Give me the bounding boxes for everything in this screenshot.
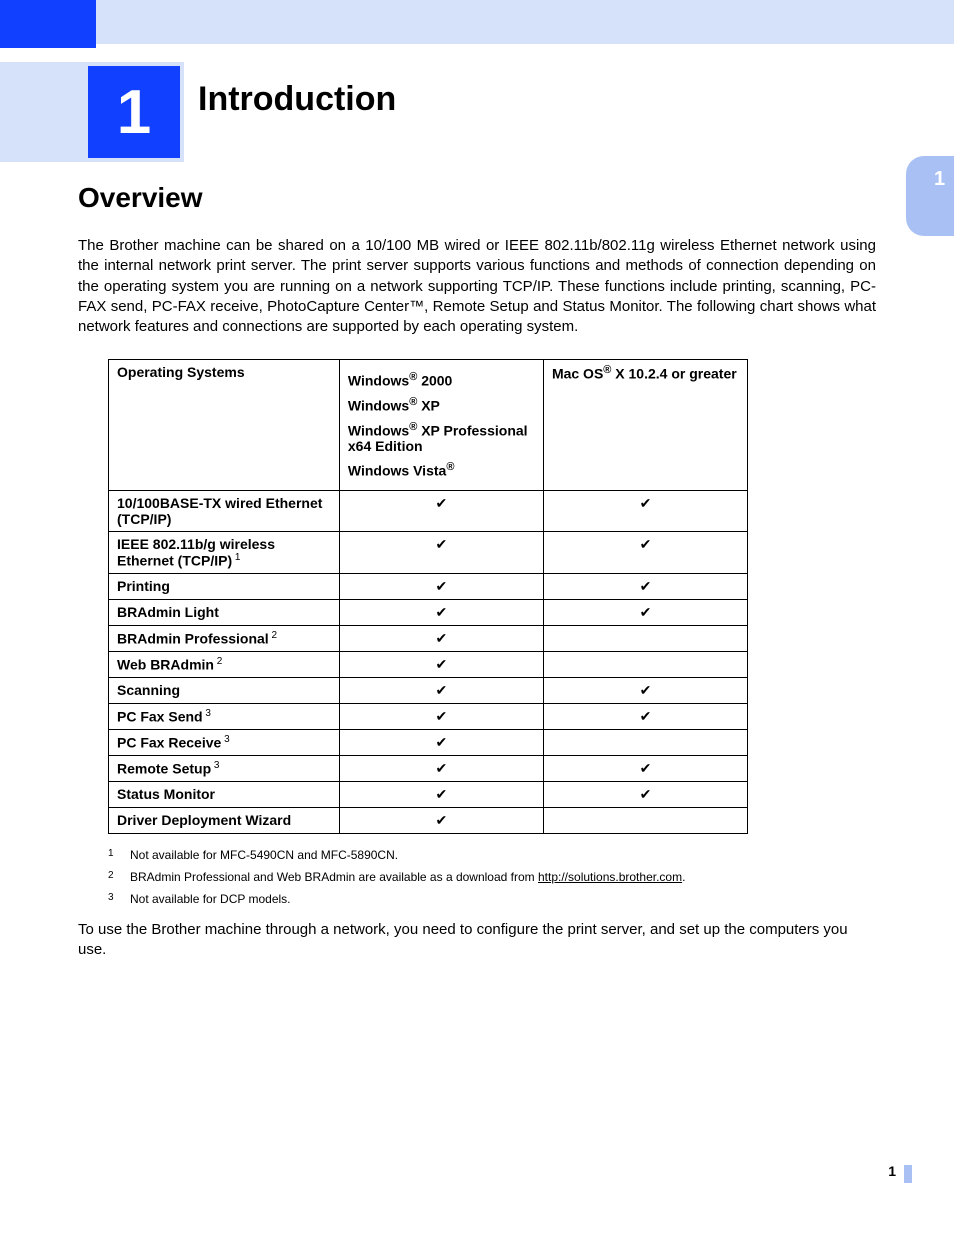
page-mark [904, 1165, 912, 1183]
check-icon: ✔ [543, 677, 747, 703]
table-row: Web BRAdmin 2✔ [109, 651, 748, 677]
footnote-number: 1 [108, 848, 130, 862]
os-list-item: Windows® XP Professional x64 Edition [348, 421, 535, 455]
table-row: BRAdmin Professional 2✔ [109, 625, 748, 651]
check-icon: ✔ [339, 703, 543, 729]
page-content: Overview The Brother machine can be shar… [78, 182, 876, 960]
feature-label-cell: Printing [109, 573, 340, 599]
feature-label-cell: BRAdmin Light [109, 599, 340, 625]
footnote-number: 2 [108, 870, 130, 884]
header-operating-systems: Operating Systems [109, 360, 340, 491]
feature-table: Operating Systems Windows® 2000Windows® … [108, 359, 748, 833]
check-icon: ✔ [339, 490, 543, 531]
footnote-ref: 2 [214, 656, 222, 667]
check-icon: ✔ [543, 573, 747, 599]
footnote-ref: 3 [211, 760, 219, 771]
footnotes: 1Not available for MFC-5490CN and MFC-58… [108, 848, 876, 906]
feature-label-cell: PC Fax Receive 3 [109, 729, 340, 755]
closing-paragraph: To use the Brother machine through a net… [78, 920, 876, 961]
table-row: IEEE 802.11b/g wireless Ethernet (TCP/IP… [109, 531, 748, 573]
footnote: 1Not available for MFC-5490CN and MFC-58… [108, 848, 876, 862]
header-mac: Mac OS® X 10.2.4 or greater [543, 360, 747, 491]
check-icon [543, 625, 747, 651]
feature-label-cell: IEEE 802.11b/g wireless Ethernet (TCP/IP… [109, 531, 340, 573]
chapter-title: Introduction [198, 80, 396, 119]
check-icon: ✔ [543, 531, 747, 573]
footnote-link[interactable]: http://solutions.brother.com [538, 870, 682, 884]
page-number: 1 [888, 1163, 896, 1179]
check-icon: ✔ [339, 651, 543, 677]
check-icon: ✔ [339, 781, 543, 807]
os-list-item: Windows Vista® [348, 461, 535, 479]
chapter-block: 1 [0, 62, 184, 162]
check-icon: ✔ [543, 599, 747, 625]
feature-label-cell: Remote Setup 3 [109, 755, 340, 781]
footnote: 3Not available for DCP models. [108, 892, 876, 906]
footnote-ref: 2 [269, 630, 277, 641]
feature-label-cell: Scanning [109, 677, 340, 703]
footnote-text: Not available for DCP models. [130, 892, 291, 906]
side-tab: 1 [906, 156, 954, 236]
table-row: BRAdmin Light✔✔ [109, 599, 748, 625]
table-header-row: Operating Systems Windows® 2000Windows® … [109, 360, 748, 491]
top-banner [0, 0, 954, 44]
check-icon: ✔ [339, 531, 543, 573]
table-row: 10/100BASE-TX wired Ethernet (TCP/IP)✔✔ [109, 490, 748, 531]
footnote-ref: 3 [221, 734, 229, 745]
check-icon: ✔ [543, 703, 747, 729]
table-row: PC Fax Receive 3✔ [109, 729, 748, 755]
table-row: Scanning✔✔ [109, 677, 748, 703]
check-icon: ✔ [339, 599, 543, 625]
footnote-number: 3 [108, 892, 130, 906]
feature-label-cell: PC Fax Send 3 [109, 703, 340, 729]
top-banner-accent [0, 0, 96, 48]
check-icon: ✔ [339, 625, 543, 651]
intro-paragraph: The Brother machine can be shared on a 1… [78, 236, 876, 337]
feature-label-cell: Status Monitor [109, 781, 340, 807]
check-icon [543, 651, 747, 677]
feature-label-cell: 10/100BASE-TX wired Ethernet (TCP/IP) [109, 490, 340, 531]
feature-label-cell: BRAdmin Professional 2 [109, 625, 340, 651]
check-icon: ✔ [339, 729, 543, 755]
check-icon: ✔ [339, 573, 543, 599]
check-icon: ✔ [543, 755, 747, 781]
footnote: 2BRAdmin Professional and Web BRAdmin ar… [108, 870, 876, 884]
check-icon: ✔ [339, 677, 543, 703]
os-list-item: Windows® 2000 [348, 371, 535, 389]
check-icon [543, 807, 747, 833]
table-row: Status Monitor✔✔ [109, 781, 748, 807]
check-icon: ✔ [339, 755, 543, 781]
footnote-ref: 1 [232, 552, 240, 563]
footnote-ref: 3 [203, 708, 211, 719]
feature-label-cell: Driver Deployment Wizard [109, 807, 340, 833]
footnote-text: Not available for MFC-5490CN and MFC-589… [130, 848, 398, 862]
os-list-item: Windows® XP [348, 396, 535, 414]
feature-label-cell: Web BRAdmin 2 [109, 651, 340, 677]
table-row: Printing✔✔ [109, 573, 748, 599]
footnote-text: BRAdmin Professional and Web BRAdmin are… [130, 870, 685, 884]
table-row: Driver Deployment Wizard✔ [109, 807, 748, 833]
section-heading: Overview [78, 182, 876, 214]
table-row: PC Fax Send 3✔✔ [109, 703, 748, 729]
table-row: Remote Setup 3✔✔ [109, 755, 748, 781]
check-icon [543, 729, 747, 755]
check-icon: ✔ [339, 807, 543, 833]
check-icon: ✔ [543, 490, 747, 531]
chapter-number: 1 [88, 66, 180, 158]
check-icon: ✔ [543, 781, 747, 807]
header-windows: Windows® 2000 Windows® XP Windows® XP Prof… [339, 360, 543, 491]
